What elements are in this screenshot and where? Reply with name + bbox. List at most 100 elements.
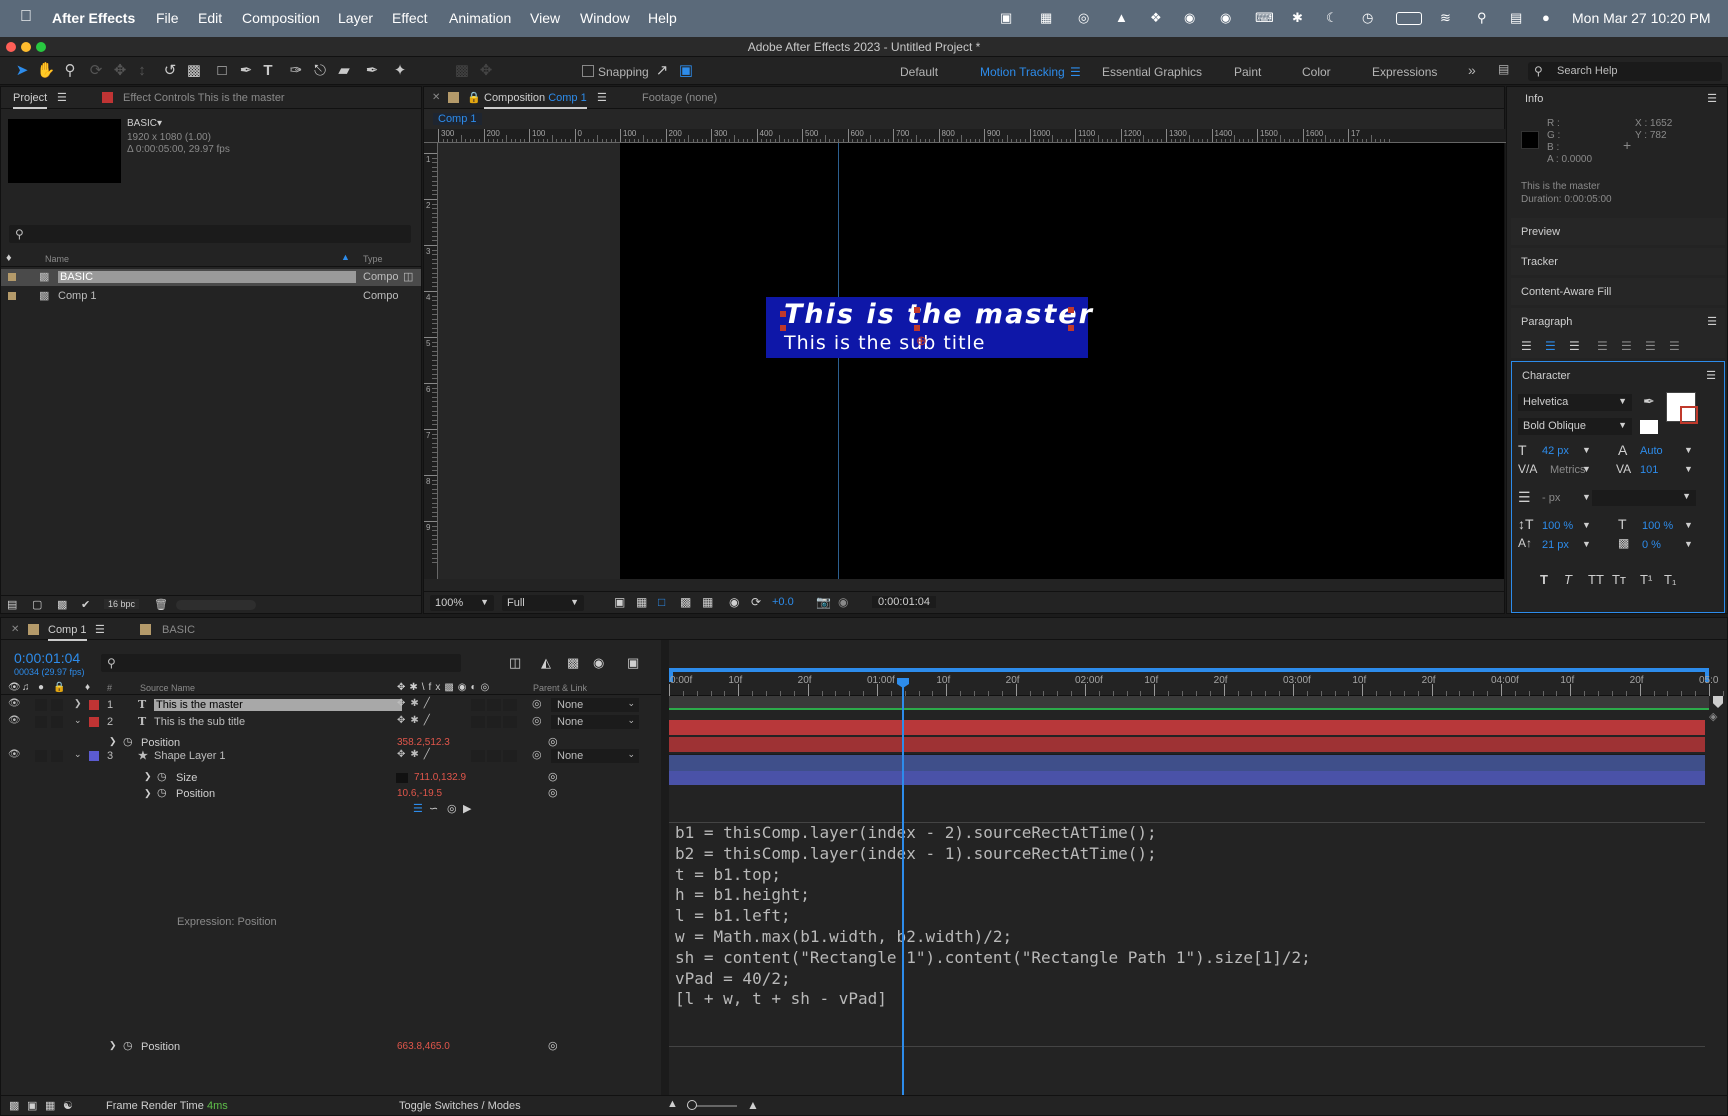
- parent-select[interactable]: None ⌄: [551, 749, 639, 763]
- motion-blur-icon[interactable]: ◉: [593, 655, 604, 671]
- new-composition-icon[interactable]: ▩: [57, 598, 67, 611]
- app-menu[interactable]: After Effects: [52, 10, 135, 26]
- layer-switches-icon[interactable]: ✥✱╱: [397, 698, 435, 709]
- name-column-header[interactable]: Name: [45, 254, 69, 264]
- horizontal-ruler[interactable]: 300 200 100 0 100 200 300 400 500 600 700 800 900 100…: [424, 129, 1506, 143]
- channel-icon[interactable]: ◉: [729, 595, 739, 609]
- menu-file[interactable]: File: [156, 10, 179, 26]
- menu-edit[interactable]: Edit: [198, 10, 222, 26]
- superscript-icon[interactable]: T¹: [1640, 572, 1652, 587]
- wifi-icon[interactable]: ≋: [1440, 10, 1451, 26]
- justify-center-icon[interactable]: ☰: [1621, 339, 1632, 353]
- menubar-datetime[interactable]: Mon Mar 27 10:20 PM: [1572, 10, 1711, 26]
- tracking-value[interactable]: 101: [1640, 464, 1658, 476]
- puppet-tool-icon[interactable]: ✦: [390, 61, 410, 81]
- guides-icon[interactable]: ▩: [680, 595, 691, 609]
- eyedropper-icon[interactable]: ✒: [1643, 393, 1655, 410]
- switch-slot[interactable]: [471, 716, 485, 728]
- switch-slot[interactable]: [471, 750, 485, 762]
- transfer-controls-icon[interactable]: ▣: [27, 1099, 37, 1112]
- tab-composition[interactable]: Composition Comp 1: [484, 92, 587, 109]
- layer-row[interactable]: 👁 ⌄ 3 ★ Shape Layer 1 ✥✱╱ ◎ None ⌄: [1, 748, 661, 764]
- timeline-tab-menu-icon[interactable]: ☰: [95, 623, 105, 636]
- lock-icon[interactable]: 🔒: [467, 91, 481, 104]
- video-switch-icon[interactable]: 👁: [8, 682, 21, 693]
- reset-exposure-icon[interactable]: ⟳: [751, 595, 761, 609]
- all-caps-icon[interactable]: TT: [1588, 572, 1604, 587]
- expression-language-menu-icon[interactable]: ▶: [463, 802, 471, 815]
- comp-end-marker[interactable]: [1713, 696, 1723, 708]
- character-panel-title[interactable]: Character: [1522, 370, 1570, 382]
- leading-value[interactable]: Auto: [1640, 445, 1663, 457]
- menu-help[interactable]: Help: [648, 10, 677, 26]
- resolution-select[interactable]: Full ▼: [502, 595, 584, 611]
- workspace-paint[interactable]: Paint: [1234, 65, 1261, 79]
- menu-composition[interactable]: Composition: [242, 10, 320, 26]
- guide-line[interactable]: [838, 143, 839, 579]
- clone-stamp-tool-icon[interactable]: ⎋: [310, 61, 330, 81]
- expression-graph-icon[interactable]: ∽: [429, 802, 438, 815]
- tab-timeline-comp1[interactable]: Comp 1: [48, 624, 87, 641]
- horizontal-scale-value[interactable]: 100 %: [1642, 520, 1673, 532]
- bbox-handle[interactable]: [780, 325, 786, 331]
- timeline-divider[interactable]: [661, 640, 669, 1095]
- pan-tool-icon[interactable]: ✥: [110, 61, 130, 81]
- zoom-tool-icon[interactable]: ⚲: [60, 61, 80, 81]
- faux-bold-icon[interactable]: T: [1540, 572, 1548, 587]
- bluetooth-icon[interactable]: ✱: [1292, 10, 1303, 26]
- position2-prop-value[interactable]: 10.6,-19.5: [397, 788, 442, 799]
- layer-label-color[interactable]: [89, 751, 99, 761]
- menu-view[interactable]: View: [530, 10, 560, 26]
- pen-tool-icon[interactable]: ✒: [236, 61, 256, 81]
- layer-3-bar[interactable]: [669, 771, 1705, 785]
- comp-canvas[interactable]: [620, 143, 1504, 579]
- workspace-edit-icon[interactable]: ▤: [1498, 62, 1509, 76]
- solo-toggle[interactable]: [35, 699, 47, 711]
- show-snapshot-icon[interactable]: ◉: [838, 595, 848, 609]
- orbit-tool-icon[interactable]: ⟳: [86, 61, 106, 81]
- baseline-shift-value[interactable]: 21 px: [1542, 539, 1569, 551]
- layer-name[interactable]: This is the sub title: [154, 716, 245, 728]
- frame-blending-icon[interactable]: ▩: [567, 655, 579, 671]
- snap-option-icon[interactable]: ↗: [652, 61, 672, 81]
- stopwatch-icon[interactable]: ◷: [123, 735, 133, 748]
- stroke-style-select[interactable]: ▼: [1592, 490, 1696, 506]
- status-screen-icon[interactable]: ▦: [1040, 10, 1052, 26]
- content-aware-fill-panel[interactable]: Content-Aware Fill: [1511, 278, 1725, 305]
- grid-icon[interactable]: ▦: [702, 595, 713, 609]
- align-left-icon[interactable]: ☰: [1521, 339, 1532, 353]
- layer-2-bar[interactable]: [669, 737, 1705, 752]
- interpret-footage-icon[interactable]: ▤: [7, 598, 17, 611]
- tracker-panel-title[interactable]: Tracker: [1521, 256, 1558, 268]
- layer-row[interactable]: 👁 ❯ 1 T This is the master ✥✱╱ ◎ None ⌄: [1, 697, 661, 713]
- workspace-color[interactable]: Color: [1302, 65, 1331, 79]
- tab-footage[interactable]: Footage (none): [642, 92, 717, 104]
- align-icon[interactable]: ▩: [452, 61, 472, 81]
- switch-slot[interactable]: [487, 699, 501, 711]
- current-time-indicator-line[interactable]: [902, 678, 904, 1095]
- comp-timecode[interactable]: 0:00:01:04: [872, 596, 936, 608]
- flowchart-icon[interactable]: ◫: [403, 270, 413, 283]
- tracking-chevron-icon[interactable]: ▼: [1684, 464, 1693, 474]
- workspace-expressions[interactable]: Expressions: [1372, 65, 1437, 79]
- switch-slot[interactable]: [487, 716, 501, 728]
- layer-switches-icon[interactable]: ✥✱╱: [397, 715, 435, 726]
- status-camera-icon[interactable]: ▣: [1000, 10, 1012, 26]
- font-size-chevron-icon[interactable]: ▼: [1582, 445, 1591, 455]
- status-dollar-icon[interactable]: ◉: [1184, 10, 1195, 26]
- disclosure-expanded-icon[interactable]: ⌄: [74, 749, 82, 760]
- graph-editor-icon[interactable]: ▣: [627, 655, 639, 671]
- comp-breadcrumb[interactable]: Comp 1: [433, 113, 482, 125]
- hscale-chevron-icon[interactable]: ▼: [1684, 520, 1693, 530]
- search-help-field[interactable]: ⚲ Search Help: [1528, 62, 1722, 81]
- transparency-grid-icon[interactable]: ▦: [636, 595, 647, 609]
- menu-layer[interactable]: Layer: [338, 10, 373, 26]
- apple-icon[interactable]: : [20, 8, 32, 26]
- status-g-icon[interactable]: ◉: [1220, 10, 1231, 26]
- snapping-checkbox[interactable]: [582, 65, 594, 77]
- tracker-panel[interactable]: Tracker: [1511, 248, 1725, 275]
- vertical-scale-value[interactable]: 100 %: [1542, 520, 1573, 532]
- lock-switch-icon[interactable]: 🔒: [53, 682, 65, 693]
- selected-item-name[interactable]: BASIC▾: [127, 118, 162, 129]
- audio-switch-icon[interactable]: ♫: [22, 682, 30, 693]
